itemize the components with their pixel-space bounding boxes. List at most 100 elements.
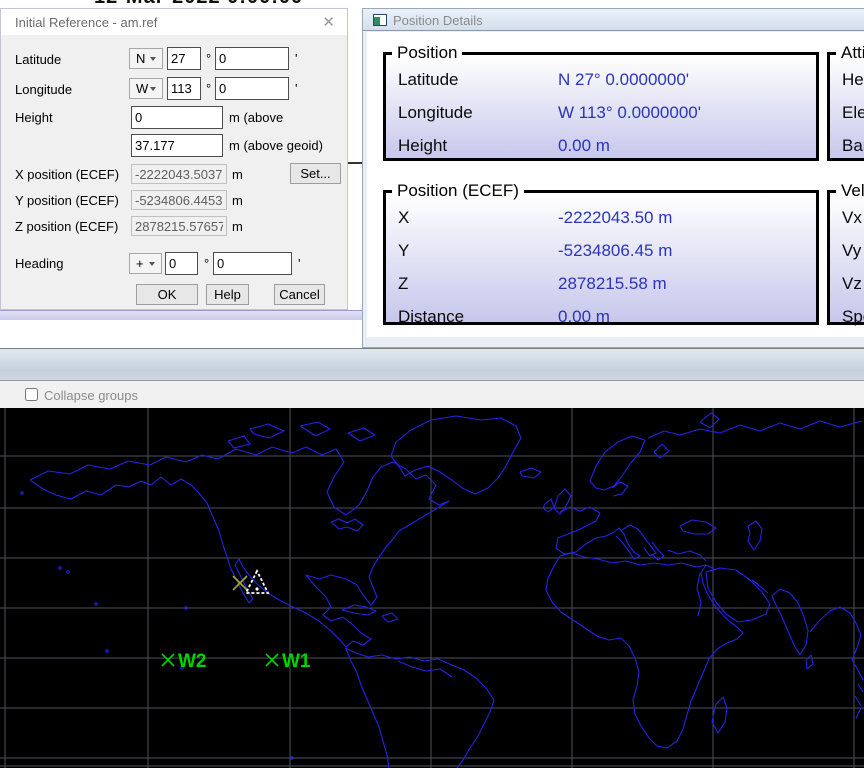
heading-sign-value: +: [136, 256, 144, 271]
waypoint-w2: W2: [162, 651, 207, 672]
latitude-hemisphere-value: N: [136, 51, 145, 66]
window-title: Position Details: [393, 13, 483, 28]
heading-sign-select[interactable]: +: [129, 253, 162, 274]
position-group: Position Latitude N 27° 0.0000000' Longi…: [383, 43, 819, 161]
heading-label: Heading: [15, 256, 63, 271]
initial-reference-titlebar[interactable]: Initial Reference - am.ref ✕: [1, 9, 347, 35]
longitude-degrees-input[interactable]: [167, 77, 201, 100]
longitude-degree-symbol: °: [206, 81, 211, 96]
z-ecef-label: Z position (ECEF): [15, 219, 118, 234]
longitude-minutes-input[interactable]: [215, 77, 289, 100]
set-button[interactable]: Set...: [290, 163, 341, 184]
row-label: Vz: [842, 274, 862, 294]
background-line-fragment: [348, 162, 362, 164]
cancel-button[interactable]: Cancel: [274, 284, 325, 305]
y-ecef-unit-label: m: [232, 193, 243, 208]
velocity-group-title: Velo: [836, 181, 864, 201]
ok-button[interactable]: OK: [136, 284, 198, 305]
position-ecef-group: Position (ECEF) X -2222043.50 m Y -52348…: [383, 181, 819, 325]
chevron-down-icon: [149, 262, 155, 266]
velocity-group: Velo Vx Vy Vz Spe: [827, 181, 864, 325]
row-value: -2222043.50 m: [558, 208, 672, 228]
row-label: Distance: [398, 307, 464, 327]
table-row: Latitude N 27° 0.0000000': [386, 63, 816, 96]
latitude-minute-symbol: ': [295, 51, 297, 66]
row-value: 2878215.58 m: [558, 274, 667, 294]
row-label: Longitude: [398, 103, 473, 123]
chevron-down-icon: [150, 87, 156, 91]
map-grid: [0, 408, 864, 768]
chevron-down-icon: [150, 57, 156, 61]
height-geoid-unit-label: m (above geoid): [229, 138, 323, 153]
x-ecef-unit-label: m: [232, 167, 243, 182]
waypoint-label: W1: [282, 651, 311, 672]
toolbar-band: [0, 348, 864, 381]
row-value: W 113° 0.0000000': [558, 103, 701, 123]
help-button[interactable]: Help: [206, 284, 249, 305]
x-ecef-input: [131, 164, 227, 184]
attitude-group-title: Atti: [836, 43, 864, 63]
row-value: -5234806.45 m: [558, 241, 672, 261]
y-ecef-input: [131, 190, 227, 210]
heading-minute-symbol: ': [298, 256, 300, 271]
latitude-minutes-input[interactable]: [215, 47, 289, 70]
world-coastlines: [21, 413, 863, 768]
table-row: Elev: [830, 96, 864, 129]
row-label: X: [398, 208, 409, 228]
z-ecef-input: [131, 216, 227, 236]
row-label: Ban: [842, 136, 864, 156]
heading-minutes-input[interactable]: [213, 252, 292, 275]
row-label: Latitude: [398, 70, 459, 90]
map-view[interactable]: W2 W1: [0, 408, 864, 768]
collapse-groups-checkbox[interactable]: [25, 388, 38, 401]
x-ecef-label: X position (ECEF): [15, 167, 119, 182]
longitude-label: Longitude: [15, 82, 72, 97]
attitude-group: Atti Hea Elev Ban: [827, 43, 864, 161]
height-unit-label: m (above: [229, 110, 283, 125]
latitude-degrees-input[interactable]: [167, 47, 201, 70]
latitude-label: Latitude: [15, 52, 61, 67]
row-label: Z: [398, 274, 408, 294]
heading-degrees-input[interactable]: [165, 252, 198, 275]
table-row: Vx: [830, 201, 864, 234]
height-geoid-input[interactable]: [131, 134, 223, 157]
row-value: N 27° 0.0000000': [558, 70, 689, 90]
table-row: Vy: [830, 234, 864, 267]
waypoint-label: W2: [178, 651, 207, 672]
table-row: Y -5234806.45 m: [386, 234, 816, 267]
position-details-window: Position Details Position Latitude N 27°…: [362, 8, 864, 348]
latitude-hemisphere-select[interactable]: N: [129, 48, 163, 69]
dialog-title: Initial Reference - am.ref: [15, 15, 157, 30]
clipped-time-display: 12-Mar-2022 0:00:00: [94, 0, 344, 8]
time-text: 12-Mar-2022 0:00:00: [94, 0, 344, 8]
table-row: Longitude W 113° 0.0000000': [386, 96, 816, 129]
table-row: X -2222043.50 m: [386, 201, 816, 234]
row-value: 0.00 m: [558, 136, 610, 156]
position-group-title: Position: [392, 43, 462, 63]
waypoint-w1: W1: [266, 651, 311, 672]
table-row: Vz: [830, 267, 864, 300]
table-row: Spe: [830, 300, 864, 333]
table-row: Distance 0.00 m: [386, 300, 816, 333]
heading-degree-symbol: °: [204, 256, 209, 271]
window-icon: [373, 14, 387, 26]
collapse-groups-label: Collapse groups: [44, 388, 138, 403]
height-input[interactable]: [131, 106, 223, 129]
background-window-fragment: [0, 310, 362, 320]
longitude-hemisphere-select[interactable]: W: [129, 78, 163, 99]
row-label: Elev: [842, 103, 864, 123]
y-ecef-label: Y position (ECEF): [15, 193, 119, 208]
position-ecef-group-title: Position (ECEF): [392, 181, 524, 201]
longitude-minute-symbol: ': [295, 81, 297, 96]
position-details-titlebar[interactable]: Position Details: [363, 9, 864, 31]
row-label: Height: [398, 136, 447, 156]
table-row: Ban: [830, 129, 864, 162]
row-label: Vx: [842, 208, 862, 228]
row-label: Y: [398, 241, 409, 261]
table-row: Height 0.00 m: [386, 129, 816, 162]
close-icon[interactable]: ✕: [322, 13, 335, 31]
height-label: Height: [15, 110, 53, 125]
row-label: Vy: [842, 241, 861, 261]
latitude-degree-symbol: °: [206, 51, 211, 66]
z-ecef-unit-label: m: [232, 219, 243, 234]
